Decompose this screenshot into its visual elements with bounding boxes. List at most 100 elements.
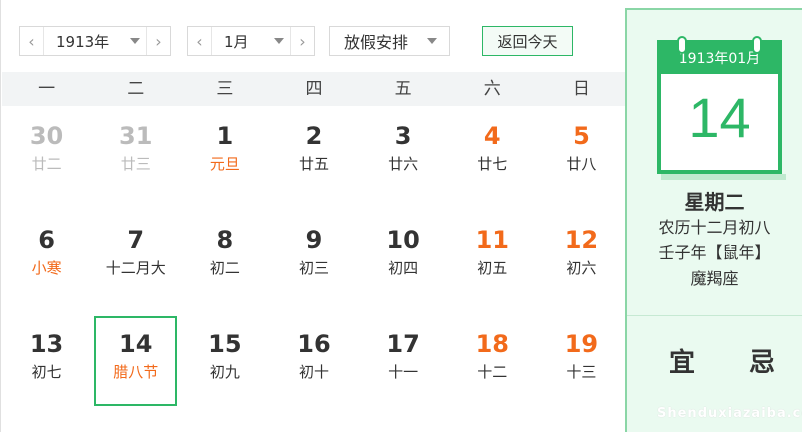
lunar-label: 廿七 xyxy=(477,155,508,173)
year-select[interactable]: 1913年 xyxy=(44,27,146,55)
day-cell[interactable]: 3 廿六 xyxy=(359,108,448,212)
day-number: 1 xyxy=(216,122,234,150)
month-select[interactable]: 1月 xyxy=(212,27,290,55)
day-cell[interactable]: 5 廿八 xyxy=(537,108,626,212)
lunar-label: 廿二 xyxy=(31,155,62,173)
day-cell[interactable]: 12 初六 xyxy=(537,212,626,316)
lunar-label: 初四 xyxy=(388,259,419,277)
lunar-label: 初六 xyxy=(566,259,597,277)
day-cell[interactable]: 2 廿五 xyxy=(269,108,358,212)
lunar-label: 小寒 xyxy=(31,259,62,277)
year-picker: ‹ 1913年 › xyxy=(19,26,171,56)
date-card: 1913年01月 14 xyxy=(657,36,782,174)
prev-year-arrow-icon[interactable]: ‹ xyxy=(20,27,44,55)
day-number: 4 xyxy=(483,122,501,150)
day-cell[interactable]: 1 元旦 xyxy=(180,108,269,212)
prev-month-arrow-icon[interactable]: ‹ xyxy=(188,27,212,55)
selected-weekday: 星期二 xyxy=(684,190,745,214)
month-picker: ‹ 1月 › xyxy=(187,26,315,56)
holiday-schedule-label: 放假安排 xyxy=(344,33,409,52)
day-cell[interactable]: 9 初三 xyxy=(269,212,358,316)
day-cell[interactable]: 8 初二 xyxy=(180,212,269,316)
watermark: Shenduxiazaiba.com xyxy=(657,406,802,421)
weekday-label: 一 xyxy=(38,79,56,99)
weekday-label: 日 xyxy=(572,79,590,99)
lunar-label: 元旦 xyxy=(209,155,240,173)
day-cell[interactable]: 17 十一 xyxy=(359,316,448,420)
lunar-label: 腊八节 xyxy=(113,363,159,381)
day-number: 11 xyxy=(475,226,509,254)
ganzhi-year: 壬子年【鼠年】 xyxy=(658,243,771,262)
next-month-arrow-icon[interactable]: › xyxy=(290,27,314,55)
avoid-heading: 忌 xyxy=(749,348,776,378)
lunar-label: 初三 xyxy=(298,259,329,277)
lunar-label: 初五 xyxy=(477,259,508,277)
lunar-label: 廿三 xyxy=(120,155,151,173)
lunar-label: 廿六 xyxy=(388,155,419,173)
month-value: 1月 xyxy=(224,32,249,51)
lunar-label: 初七 xyxy=(31,363,62,381)
calendar-main: ‹ 1913年 › ‹ 1月 › 放假安排 返回今天 一 二 三 四 五 六 日… xyxy=(0,0,626,432)
day-grid: 30 廿二 31 廿三 1 元旦 2 廿五 3 廿六 4 廿七 5 廿八 6 小寒 7 十二月大 8 初二 9 初三 10 初… xyxy=(2,108,626,432)
binder-ring-icon xyxy=(752,36,762,54)
day-number: 18 xyxy=(475,330,509,358)
chevron-down-icon xyxy=(130,38,140,44)
day-cell[interactable]: 13 初七 xyxy=(2,316,91,420)
lunar-label: 初二 xyxy=(209,259,240,277)
day-number: 17 xyxy=(386,330,420,358)
day-cell[interactable]: 31 廿三 xyxy=(91,108,180,212)
lunar-label: 廿五 xyxy=(298,155,329,173)
next-year-arrow-icon[interactable]: › xyxy=(146,27,170,55)
day-number: 10 xyxy=(386,226,420,254)
day-number: 6 xyxy=(38,226,55,254)
weekday-label: 四 xyxy=(305,79,323,99)
weekday-header: 一 二 三 四 五 六 日 xyxy=(2,72,626,106)
day-number: 7 xyxy=(127,226,145,254)
day-number: 2 xyxy=(305,122,323,150)
day-number: 14 xyxy=(119,330,153,358)
day-cell[interactable]: 15 初九 xyxy=(180,316,269,420)
day-number: 8 xyxy=(216,226,234,254)
day-cell[interactable]: 30 廿二 xyxy=(2,108,91,212)
day-detail-panel: 1913年01月 14 星期二 农历十二月初八 壬子年【鼠年】 魔羯座 宜 忌 … xyxy=(625,8,802,432)
lunar-date: 农历十二月初八 xyxy=(658,218,771,237)
day-cell[interactable]: 18 十二 xyxy=(448,316,537,420)
weekday-label: 五 xyxy=(394,79,412,99)
day-number: 16 xyxy=(297,330,331,358)
card-shadow xyxy=(661,174,786,180)
suitable-heading: 宜 xyxy=(669,348,696,378)
lunar-label: 廿八 xyxy=(566,155,597,173)
lunar-label: 十二月大 xyxy=(105,259,166,277)
day-number: 5 xyxy=(573,122,590,150)
day-number: 15 xyxy=(208,330,242,358)
day-number: 13 xyxy=(29,330,64,358)
binder-ring-icon xyxy=(677,36,687,54)
day-cell[interactable]: 7 十二月大 xyxy=(91,212,180,316)
weekday-label: 三 xyxy=(216,79,234,99)
zodiac-sign: 魔羯座 xyxy=(690,269,739,288)
day-cell[interactable]: 6 小寒 xyxy=(2,212,91,316)
chevron-down-icon xyxy=(427,38,437,44)
lunar-label: 十一 xyxy=(388,363,419,381)
day-number: 3 xyxy=(394,122,412,150)
lunar-label: 初十 xyxy=(298,363,329,381)
day-cell[interactable]: 19 十三 xyxy=(537,316,626,420)
day-cell[interactable]: 10 初四 xyxy=(359,212,448,316)
chevron-down-icon xyxy=(274,38,284,44)
day-cell[interactable]: 16 初十 xyxy=(269,316,358,420)
lunar-label: 十二 xyxy=(477,363,508,381)
day-number: 30 xyxy=(29,122,64,150)
lunar-label: 初九 xyxy=(209,363,240,381)
day-number: 9 xyxy=(305,226,323,254)
weekday-label: 六 xyxy=(483,79,501,99)
day-detail-top: 1913年01月 14 星期二 农历十二月初八 壬子年【鼠年】 魔羯座 xyxy=(627,10,802,316)
day-number: 19 xyxy=(564,330,599,358)
day-number: 31 xyxy=(119,122,153,150)
holiday-schedule-select[interactable]: 放假安排 xyxy=(329,26,450,56)
lunar-label: 十三 xyxy=(566,363,597,381)
day-cell[interactable]: 11 初五 xyxy=(448,212,537,316)
day-cell-selected[interactable]: 14 腊八节 xyxy=(91,316,180,420)
back-to-today-button[interactable]: 返回今天 xyxy=(482,26,573,56)
year-value: 1913年 xyxy=(56,32,110,51)
day-cell[interactable]: 4 廿七 xyxy=(448,108,537,212)
